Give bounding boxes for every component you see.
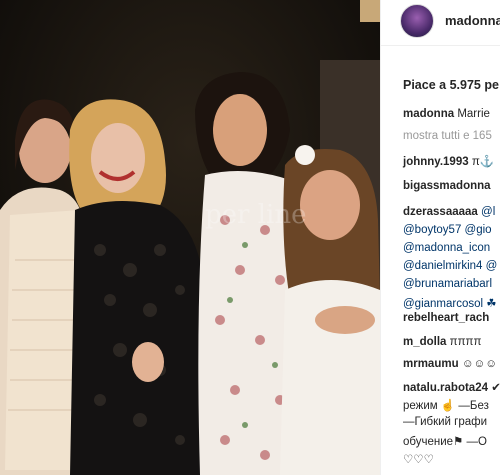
watermark-text: per line: [205, 200, 307, 230]
post-photo[interactable]: [0, 0, 380, 475]
caption: madonna Marrie: [403, 108, 490, 120]
comment-username[interactable]: natalu.rabota24: [403, 382, 488, 394]
comment-username[interactable]: dzerassaaaaa: [403, 206, 478, 218]
comment: natalu.rabota24 ✔: [403, 380, 500, 394]
caption-text: Marrie: [457, 108, 490, 120]
comment-username[interactable]: rebelheart_rach: [403, 312, 489, 324]
comment-username[interactable]: bigassmadonna: [403, 180, 491, 192]
comment: johnny.1993 π⚓: [403, 154, 494, 168]
comment-text: ☺☺☺: [461, 358, 498, 370]
comment-text: ππππ: [449, 336, 482, 348]
post-username[interactable]: madonna: [445, 13, 500, 28]
comment-username[interactable]: mrmaumu: [403, 358, 459, 370]
comment-mentions-line[interactable]: @boytoy57 @gio: [403, 224, 492, 236]
comment-text: π⚓: [471, 156, 495, 168]
comment-username[interactable]: johnny.1993: [403, 156, 469, 168]
comment-mentions-line[interactable]: @gianmarcosol ☘: [403, 296, 497, 310]
show-all-comments-link[interactable]: mostra tutti e 165: [403, 130, 492, 142]
photo-illustration: [0, 0, 380, 475]
photo-edge-strip: [360, 0, 380, 22]
comment-text-line: —Гибкий графи: [403, 416, 488, 428]
comment-username[interactable]: m_dolla: [403, 336, 446, 348]
comment-mentions-line[interactable]: @danielmirkin4 @: [403, 260, 497, 272]
comment-text-line: обучение⚑ —О: [403, 436, 487, 448]
comment-mentions-line[interactable]: @madonna_icon: [403, 242, 490, 254]
comment-text-line: режим ☝ —Без: [403, 400, 489, 412]
comment-text-line: ♡♡♡: [403, 454, 434, 466]
comment: bigassmadonna: [403, 180, 491, 192]
comment: m_dolla ππππ: [403, 336, 481, 348]
comment: mrmaumu ☺☺☺: [403, 358, 497, 370]
comment-mention[interactable]: @l: [481, 206, 495, 218]
post-header: madonna: [381, 0, 500, 46]
comment: dzerassaaaaa @l: [403, 206, 495, 218]
caption-username[interactable]: madonna: [403, 108, 454, 120]
likes-count[interactable]: Piace a 5.975 pe: [403, 78, 499, 92]
comment-text: ✔: [491, 382, 500, 394]
avatar[interactable]: [400, 4, 434, 38]
post-side-panel: madonna Piace a 5.975 pe madonna Marrie …: [380, 0, 500, 475]
comment-mentions-line[interactable]: @brunamariabarl: [403, 278, 492, 290]
comment: rebelheart_rach: [403, 312, 489, 324]
